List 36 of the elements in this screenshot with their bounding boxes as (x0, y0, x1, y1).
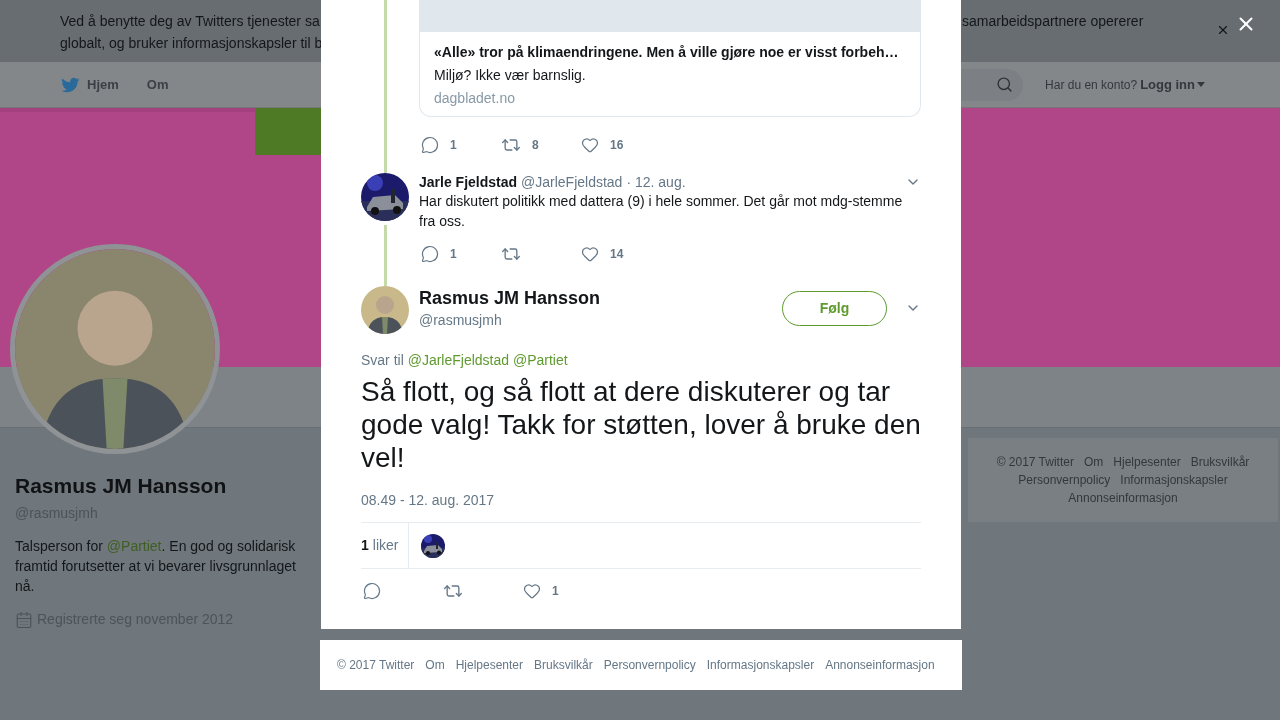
account-prompt: Har du en konto? (1045, 76, 1138, 94)
footer-link[interactable]: Annonseinformasjon (825, 656, 935, 674)
tweet-text: Så flott, og så flott at dere diskuterer og tar gode valg! Takk for støtten, lover å bruke den vel! (361, 375, 921, 474)
heart-icon[interactable] (523, 582, 541, 600)
card-title: «Alle» tror på klimaendringene. Men å ville gjøre noe er visst forbeh… (434, 43, 900, 61)
footer-link[interactable]: Om (1083, 453, 1104, 471)
footer-link[interactable]: Hjelpesenter (455, 656, 524, 674)
footer-link[interactable]: Bruksvilkår (534, 656, 593, 674)
footer-link[interactable]: © 2017 Twitter (337, 656, 415, 674)
footer-link[interactable]: Om (425, 656, 445, 674)
link-card[interactable]: «Alle» tror på klimaendringene. Men å ville gjøre noe er visst forbeh… Miljø? Ikke vær barnslig. dagbladet.no (419, 0, 921, 117)
footer-link[interactable]: Annonseinformasjon (1068, 489, 1178, 507)
action-count: 1 (552, 583, 559, 600)
calendar-icon (15, 610, 33, 629)
footer-link[interactable]: Hjelpesenter (1113, 453, 1181, 471)
nav-link[interactable]: Om (146, 74, 169, 95)
footer-link[interactable]: Personvernpolicy (603, 656, 696, 674)
tweet-timestamp: 08.49 - 12. aug. 2017 (361, 491, 496, 509)
reply-icon[interactable] (363, 582, 381, 600)
likes-count[interactable]: 1 liker (361, 523, 410, 568)
close-icon[interactable] (1216, 23, 1230, 37)
card-domain: dagbladet.no (434, 89, 516, 107)
footer-link[interactable]: © 2017 Twitter (996, 453, 1074, 471)
search-icon[interactable] (996, 76, 1014, 93)
footer-link[interactable]: Personvernpolicy (1018, 471, 1111, 489)
profile-name: Rasmus JM Hansson (15, 473, 228, 499)
caret-icon (1197, 82, 1205, 87)
cookie-text: Ved å benytte deg av Twitters tjenester sa (60, 12, 320, 31)
login-button[interactable]: Logg inn (1140, 74, 1205, 95)
footer-link[interactable]: Informasjonskapsler (706, 656, 815, 674)
nav-link[interactable]: Hjem (87, 74, 119, 95)
card-description: Miljø? Ikke vær barnslig. (434, 66, 587, 84)
profile-bio: Talsperson for @Partiet. En god og solidarisk framtid forutsetter at vi bevarer livsgrunnlaget nå. (15, 537, 297, 596)
footer-link[interactable]: Informasjonskapsler (1120, 471, 1228, 489)
footer-link[interactable]: Bruksvilkår (1190, 453, 1250, 471)
cookie-text: samarbeidspartnere opererer (962, 12, 1144, 31)
